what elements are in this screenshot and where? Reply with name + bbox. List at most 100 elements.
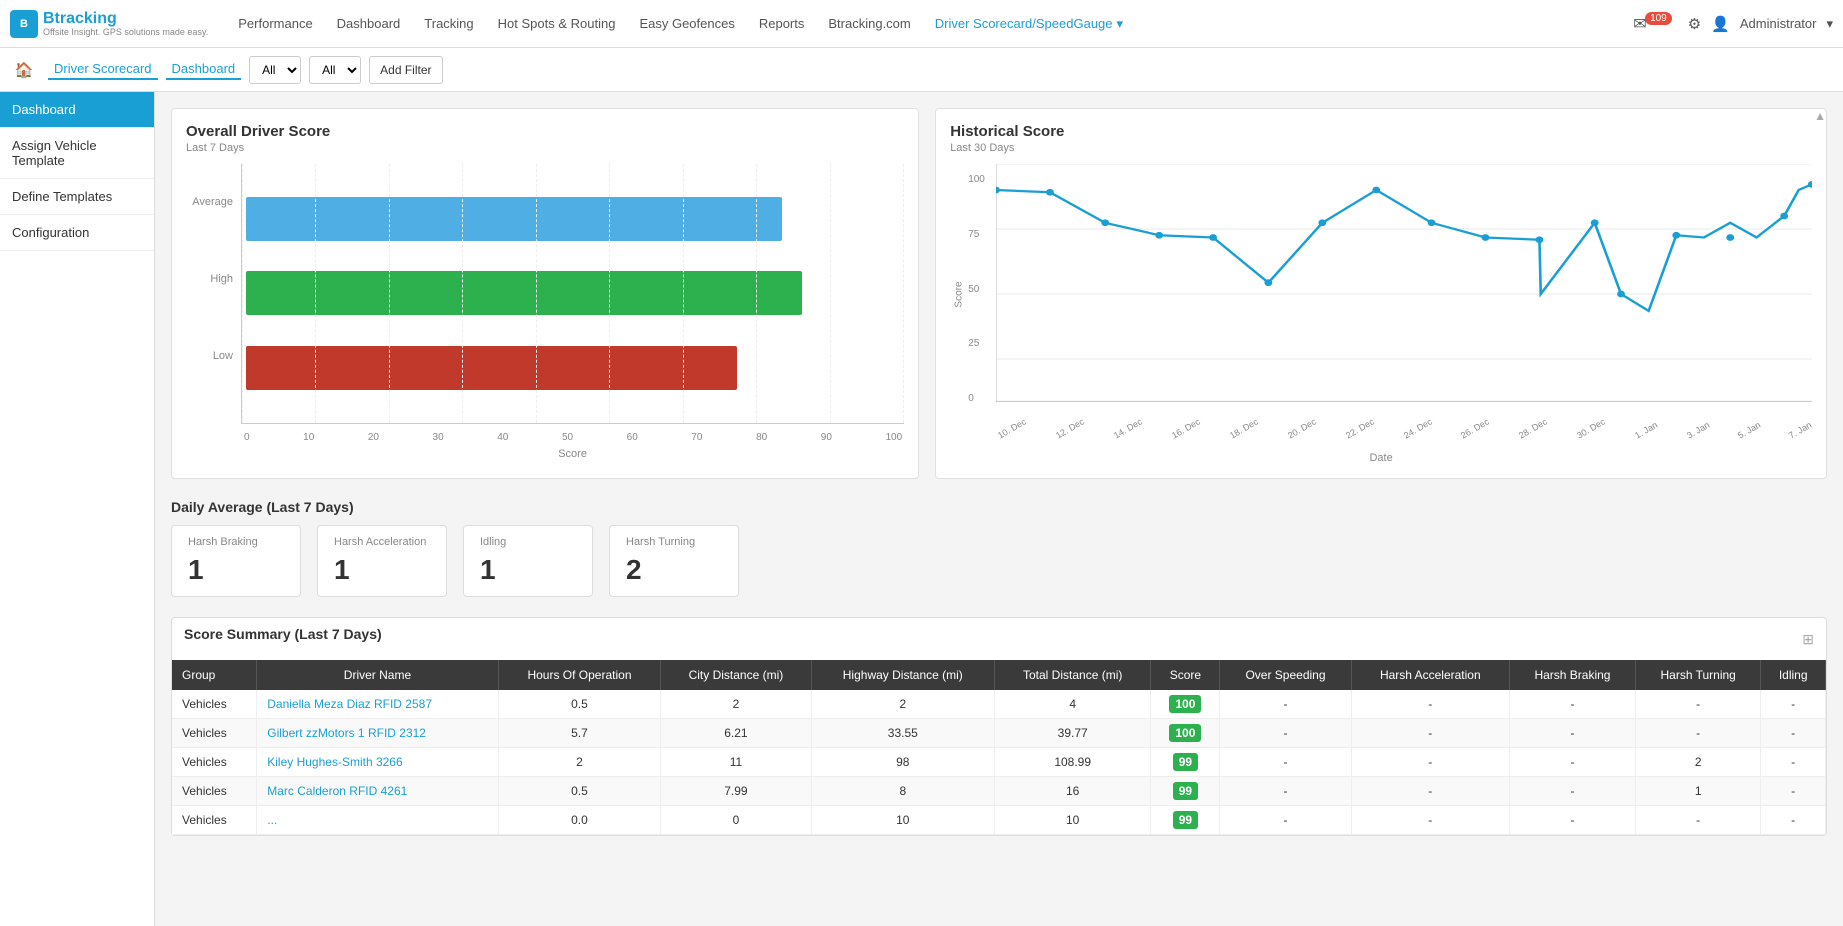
cell-overspeeding: - [1220, 777, 1351, 806]
cell-score: 100 [1151, 690, 1220, 719]
cell-harsh-brk: - [1509, 806, 1635, 835]
daily-cards: Harsh Braking 1 Harsh Acceleration 1 Idl… [171, 525, 1827, 597]
nav-item-hotspots[interactable]: Hot Spots & Routing [488, 10, 626, 37]
cell-harsh-turn: - [1636, 719, 1761, 748]
cell-total: 108.99 [994, 748, 1150, 777]
sidebar-item-dashboard[interactable]: Dashboard [0, 92, 154, 128]
main-layout: Dashboard Assign Vehicle Template Define… [0, 92, 1843, 926]
historical-chart-title: Historical Score [950, 123, 1812, 140]
nav-items: Performance Dashboard Tracking Hot Spots… [228, 10, 1633, 38]
col-overspeeding: Over Speeding [1220, 660, 1351, 690]
cell-idling: - [1761, 719, 1826, 748]
cell-overspeeding: - [1220, 806, 1351, 835]
notification-bell-icon[interactable]: ✉ 109 [1633, 14, 1678, 34]
bar-y-label-high: High [186, 273, 241, 285]
table-row: Vehicles ... 0.0 0 10 10 99 - - - - - [172, 806, 1826, 835]
daily-card-value-3: 2 [626, 554, 722, 586]
cell-driver[interactable]: Daniella Meza Diaz RFID 2587 [257, 690, 498, 719]
cell-highway: 8 [811, 777, 994, 806]
cell-harsh-turn: - [1636, 806, 1761, 835]
col-driver: Driver Name [257, 660, 498, 690]
col-harsh-brk: Harsh Braking [1509, 660, 1635, 690]
bar-y-label-average: Average [186, 196, 241, 208]
overall-chart-title: Overall Driver Score [186, 123, 904, 140]
logo-text-area: Btracking Offsite Insight. GPS solutions… [43, 10, 208, 38]
cell-city: 7.99 [661, 777, 811, 806]
daily-card-value-1: 1 [334, 554, 430, 586]
score-summary-section: Score Summary (Last 7 Days) ⊞ Group Driv… [171, 617, 1827, 836]
cell-driver[interactable]: Gilbert zzMotors 1 RFID 2312 [257, 719, 498, 748]
sidebar-item-assign-vehicle[interactable]: Assign Vehicle Template [0, 128, 154, 179]
charts-row: Overall Driver Score Last 7 Days Average… [171, 108, 1827, 479]
settings-icon[interactable]: ⚙ [1688, 15, 1701, 33]
cell-score: 100 [1151, 719, 1220, 748]
cell-total: 16 [994, 777, 1150, 806]
cell-hours: 0.0 [498, 806, 661, 835]
cell-driver[interactable]: ... [257, 806, 498, 835]
cell-hours: 5.7 [498, 719, 661, 748]
table-row: Vehicles Gilbert zzMotors 1 RFID 2312 5.… [172, 719, 1826, 748]
line-y-axis-title: Score [954, 281, 965, 307]
table-expand-icon[interactable]: ⊞ [1802, 631, 1814, 648]
col-harsh-turn: Harsh Turning [1636, 660, 1761, 690]
sidebar-item-configuration[interactable]: Configuration [0, 215, 154, 251]
nav-item-scorecard[interactable]: Driver Scorecard/SpeedGauge ▾ [925, 10, 1133, 38]
logo: B Btracking Offsite Insight. GPS solutio… [10, 10, 208, 38]
historical-score-chart: ▲ Historical Score Last 30 Days Score 0 … [935, 108, 1827, 479]
cell-harsh-acc: - [1351, 777, 1509, 806]
line-x-labels: 10. Dec 12. Dec 14. Dec 16. Dec 18. Dec … [996, 432, 1812, 442]
cell-group: Vehicles [172, 777, 257, 806]
cell-harsh-brk: - [1509, 690, 1635, 719]
sidebar-item-define-templates[interactable]: Define Templates [0, 179, 154, 215]
nav-item-btracking[interactable]: Btracking.com [818, 10, 920, 37]
nav-right: ✉ 109 ⚙ 👤 Administrator ▾ [1633, 14, 1833, 34]
nav-item-performance[interactable]: Performance [228, 10, 322, 37]
user-icon[interactable]: 👤 [1711, 15, 1730, 33]
cell-harsh-acc: - [1351, 719, 1509, 748]
chart-expand-icon[interactable]: ▲ [1814, 109, 1826, 123]
daily-average-title: Daily Average (Last 7 Days) [171, 499, 1827, 515]
table-row: Vehicles Kiley Hughes-Smith 3266 2 11 98… [172, 748, 1826, 777]
cell-total: 39.77 [994, 719, 1150, 748]
nav-item-reports[interactable]: Reports [749, 10, 815, 37]
nav-item-tracking[interactable]: Tracking [414, 10, 483, 37]
cell-total: 10 [994, 806, 1150, 835]
tab-dashboard[interactable]: Dashboard [166, 59, 242, 80]
brand-name: Btracking [43, 10, 208, 28]
cell-city: 6.21 [661, 719, 811, 748]
daily-card-value-2: 1 [480, 554, 576, 586]
breadcrumb-scorecard[interactable]: Driver Scorecard [48, 59, 158, 80]
nav-item-geofences[interactable]: Easy Geofences [629, 10, 744, 37]
admin-chevron-icon[interactable]: ▾ [1826, 16, 1833, 32]
cell-hours: 2 [498, 748, 661, 777]
cell-score: 99 [1151, 777, 1220, 806]
daily-card-harsh-acceleration: Harsh Acceleration 1 [317, 525, 447, 597]
cell-highway: 2 [811, 690, 994, 719]
add-filter-button[interactable]: Add Filter [369, 56, 442, 84]
col-highway: Highway Distance (mi) [811, 660, 994, 690]
col-harsh-acc: Harsh Acceleration [1351, 660, 1509, 690]
nav-item-dashboard[interactable]: Dashboard [327, 10, 411, 37]
cell-city: 0 [661, 806, 811, 835]
cell-score: 99 [1151, 806, 1220, 835]
cell-driver[interactable]: Kiley Hughes-Smith 3266 [257, 748, 498, 777]
cell-harsh-acc: - [1351, 690, 1509, 719]
col-hours: Hours Of Operation [498, 660, 661, 690]
overall-score-chart: Overall Driver Score Last 7 Days Average… [171, 108, 919, 479]
cell-highway: 98 [811, 748, 994, 777]
bar-y-label-low: Low [186, 350, 241, 362]
overall-chart-subtitle: Last 7 Days [186, 142, 904, 154]
cell-city: 2 [661, 690, 811, 719]
bar-chart-area: Average High Low [186, 164, 904, 444]
daily-card-label-1: Harsh Acceleration [334, 536, 430, 548]
cell-driver[interactable]: Marc Calderon RFID 4261 [257, 777, 498, 806]
bar-high [246, 271, 900, 315]
cell-harsh-brk: - [1509, 777, 1635, 806]
filter-select-1[interactable]: All [249, 56, 301, 84]
cell-harsh-turn: 1 [1636, 777, 1761, 806]
filter-select-2[interactable]: All [309, 56, 361, 84]
admin-label[interactable]: Administrator [1740, 16, 1817, 31]
daily-card-harsh-braking: Harsh Braking 1 [171, 525, 301, 597]
cell-harsh-acc: - [1351, 806, 1509, 835]
home-button[interactable]: 🏠 [8, 54, 40, 86]
